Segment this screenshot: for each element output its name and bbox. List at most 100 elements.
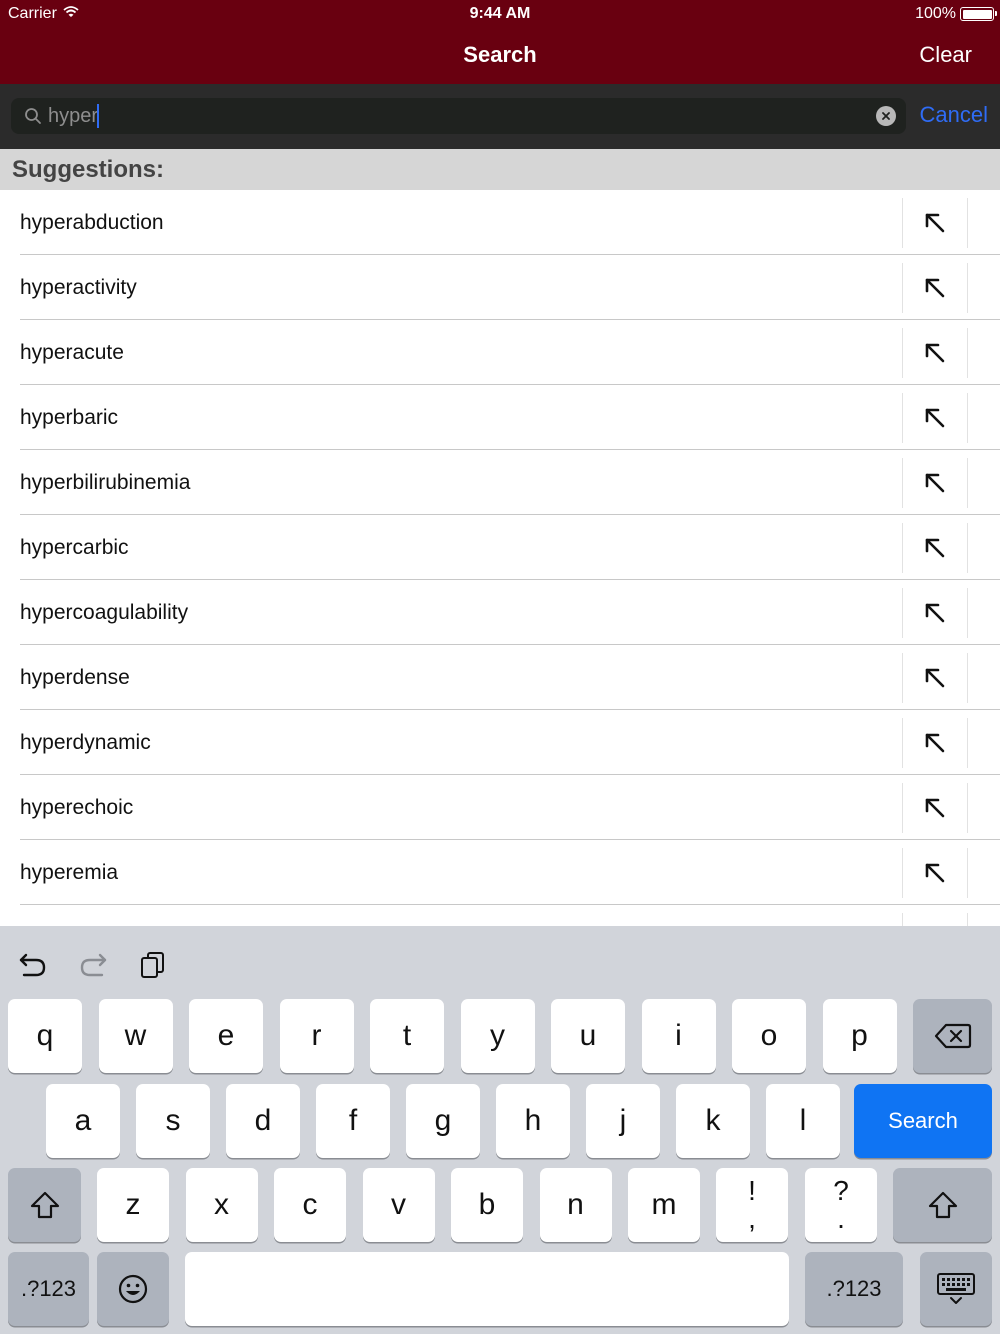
shift-key-right[interactable]	[893, 1168, 992, 1242]
fill-query-button[interactable]	[902, 523, 968, 573]
key-bottom-char: ,	[748, 1203, 756, 1234]
fill-query-button[interactable]	[902, 328, 968, 378]
suggestion-label: hyperbaric	[20, 406, 119, 429]
status-time: 9:44 AM	[469, 5, 531, 22]
fill-query-button[interactable]	[902, 458, 968, 508]
key-b[interactable]: b	[451, 1168, 523, 1242]
arrow-up-left-icon	[923, 211, 947, 235]
key-n[interactable]: n	[539, 1168, 612, 1242]
numbers-key-right[interactable]: .?123	[805, 1252, 903, 1326]
key-f[interactable]: f	[316, 1084, 390, 1158]
key-l[interactable]: l	[766, 1084, 840, 1158]
top-bar: Carrier 9:44 AM 100% Search Clear	[0, 0, 1000, 84]
status-battery: 100%	[915, 5, 997, 23]
suggestion-label: hyperdense	[20, 666, 130, 689]
fill-query-button[interactable]	[902, 263, 968, 313]
suggestion-label: hyperbilirubinemia	[20, 471, 191, 494]
fill-query-button[interactable]	[902, 848, 968, 898]
suggestion-list: hyperabduction hyperactivity hyperacute hyp…	[0, 190, 1000, 926]
suggestion-row[interactable]: hyperabduction	[0, 190, 1000, 255]
key-g[interactable]: g	[406, 1084, 480, 1158]
text-cursor	[97, 104, 99, 128]
suggestion-row[interactable]: hyperdense	[0, 645, 1000, 710]
emoji-key[interactable]	[97, 1252, 169, 1326]
key-c[interactable]: c	[274, 1168, 346, 1242]
search-bar: Cancel	[0, 84, 1000, 149]
undo-icon[interactable]	[18, 950, 48, 980]
cancel-button[interactable]: Cancel	[920, 102, 988, 128]
suggestion-label: hyperechoic	[20, 796, 134, 819]
key-q[interactable]: q	[8, 999, 82, 1073]
keyboard-toolbar	[0, 926, 1000, 996]
suggestion-label: hypercarbic	[20, 536, 129, 559]
suggestion-label: hyperacute	[20, 341, 124, 364]
battery-icon	[960, 7, 997, 21]
suggestion-row[interactable]: hyperechoic	[0, 775, 1000, 840]
key-h[interactable]: h	[496, 1084, 570, 1158]
clear-button[interactable]: Clear	[919, 42, 972, 68]
key-top-char: !	[748, 1175, 756, 1206]
suggestion-row[interactable]: hypercarbic	[0, 515, 1000, 580]
fill-query-button[interactable]	[902, 653, 968, 703]
suggestion-label: hyperemia	[20, 861, 119, 884]
key-question-period[interactable]: ?.	[805, 1168, 877, 1242]
redo-icon[interactable]	[78, 950, 108, 980]
key-r[interactable]: r	[279, 999, 354, 1073]
key-exclaim-comma[interactable]: !,	[716, 1168, 788, 1242]
arrow-up-left-icon	[923, 536, 947, 560]
arrow-up-left-icon	[923, 796, 947, 820]
fill-query-button[interactable]	[902, 588, 968, 638]
key-w[interactable]: w	[98, 999, 173, 1073]
suggestion-row[interactable]: hyperdynamic	[0, 710, 1000, 775]
arrow-up-left-icon	[923, 731, 947, 755]
search-input[interactable]	[48, 101, 868, 131]
fill-query-button[interactable]	[902, 198, 968, 248]
key-j[interactable]: j	[586, 1084, 660, 1158]
suggestion-row[interactable]: hyperemia	[0, 840, 1000, 905]
search-key[interactable]: Search	[854, 1084, 992, 1158]
arrow-up-left-icon	[923, 666, 947, 690]
paste-icon[interactable]	[138, 950, 168, 980]
suggestion-row[interactable]: hyperacute	[0, 320, 1000, 385]
key-a[interactable]: a	[46, 1084, 120, 1158]
suggestion-row[interactable]	[0, 905, 1000, 926]
keyboard: q w e r t y u i o p a s d f g h j k l Search z x c v b n m!,?. .?12…	[0, 926, 1000, 1334]
emoji-icon	[117, 1273, 149, 1305]
fill-query-button[interactable]	[902, 393, 968, 443]
suggestion-label: hypercoagulability	[20, 601, 189, 624]
shift-icon	[30, 1191, 60, 1219]
key-d[interactable]: d	[226, 1084, 300, 1158]
key-e[interactable]: e	[189, 999, 263, 1073]
key-z[interactable]: z	[97, 1168, 169, 1242]
clear-text-icon[interactable]	[876, 106, 896, 126]
key-v[interactable]: v	[362, 1168, 435, 1242]
arrow-up-left-icon	[923, 276, 947, 300]
key-i[interactable]: i	[641, 999, 716, 1073]
search-field[interactable]	[11, 98, 906, 134]
dismiss-keyboard-key[interactable]	[920, 1252, 992, 1326]
arrow-up-left-icon	[923, 406, 947, 430]
key-u[interactable]: u	[551, 999, 625, 1073]
suggestion-row[interactable]: hyperbilirubinemia	[0, 450, 1000, 515]
shift-key-left[interactable]	[8, 1168, 81, 1242]
key-x[interactable]: x	[185, 1168, 258, 1242]
key-k[interactable]: k	[676, 1084, 750, 1158]
key-y[interactable]: y	[460, 999, 535, 1073]
suggestion-row[interactable]: hyperactivity	[0, 255, 1000, 320]
key-o[interactable]: o	[732, 999, 806, 1073]
backspace-icon	[934, 1023, 972, 1049]
key-t[interactable]: t	[370, 999, 444, 1073]
suggestion-row[interactable]: hyperbaric	[0, 385, 1000, 450]
backspace-key[interactable]	[913, 999, 992, 1073]
fill-query-button[interactable]	[902, 913, 968, 926]
key-p[interactable]: p	[822, 999, 897, 1073]
key-top-char: ?	[833, 1175, 849, 1206]
suggestion-label: hyperdynamic	[20, 731, 151, 754]
numbers-key-left[interactable]: .?123	[8, 1252, 89, 1326]
suggestion-row[interactable]: hypercoagulability	[0, 580, 1000, 645]
key-s[interactable]: s	[136, 1084, 210, 1158]
space-key[interactable]	[185, 1252, 789, 1326]
key-m[interactable]: m	[628, 1168, 700, 1242]
fill-query-button[interactable]	[902, 783, 968, 833]
fill-query-button[interactable]	[902, 718, 968, 768]
